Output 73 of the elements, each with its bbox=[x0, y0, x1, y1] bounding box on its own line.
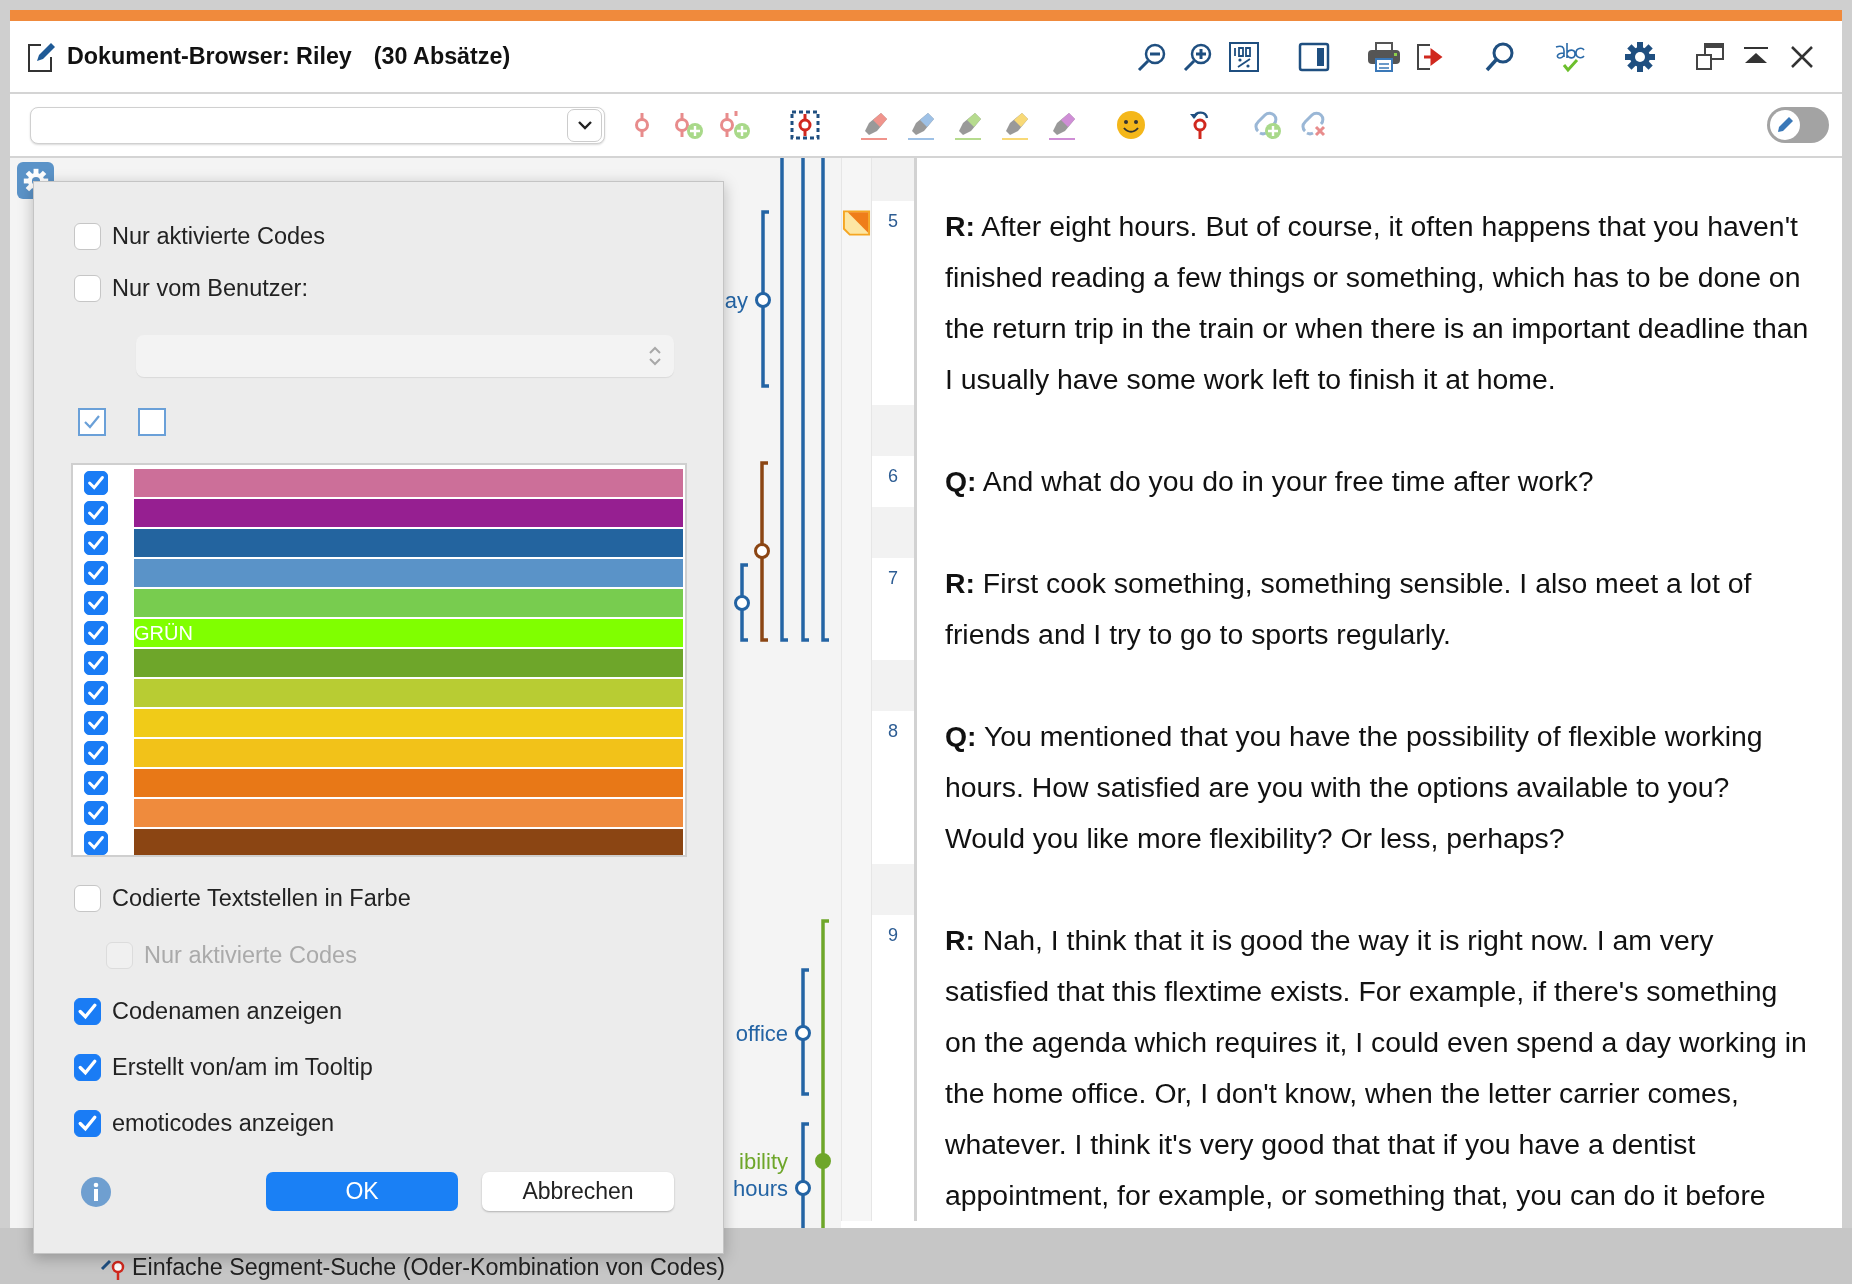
checkbox[interactable] bbox=[74, 222, 101, 250]
paragraph-text: R: First cook something, something sensible. I also meet a lot of friends and I try to go to sports regularly. bbox=[945, 566, 1753, 652]
option-label: Nur aktivierte Codes bbox=[112, 222, 325, 250]
code-bracket[interactable] bbox=[754, 461, 770, 642]
checkbox[interactable] bbox=[74, 884, 101, 912]
uncheck-all-button[interactable] bbox=[138, 408, 166, 436]
option-label: Nur aktivierte Codes bbox=[144, 941, 357, 969]
color-swatch[interactable] bbox=[134, 529, 683, 557]
edit-mode-toggle[interactable] bbox=[1767, 107, 1829, 143]
checkbox[interactable] bbox=[84, 831, 108, 855]
edit-document-icon bbox=[27, 40, 55, 73]
color-swatch[interactable] bbox=[134, 799, 683, 827]
option-label: Codierte Textstellen in Farbe bbox=[112, 884, 411, 912]
checkbox[interactable] bbox=[84, 801, 108, 825]
checkbox[interactable] bbox=[74, 274, 101, 302]
checkbox[interactable] bbox=[74, 1053, 101, 1081]
code-bracket[interactable] bbox=[795, 968, 811, 1096]
color-swatch[interactable] bbox=[134, 769, 683, 797]
gap-cell bbox=[872, 660, 917, 711]
paragraph-text: Q: And what do you do in your free time after work? bbox=[945, 464, 1595, 499]
checkbox[interactable] bbox=[74, 997, 101, 1025]
color-name: GRÜN bbox=[134, 621, 193, 645]
code-label: ay bbox=[724, 288, 748, 313]
checkbox[interactable] bbox=[84, 501, 108, 525]
paragraph-count: (30 Absätze) bbox=[373, 43, 511, 70]
option-label: emoticodes anzeigen bbox=[112, 1109, 335, 1137]
chevron-down-icon bbox=[576, 120, 593, 130]
color-swatch[interactable] bbox=[134, 709, 683, 737]
color-swatch[interactable] bbox=[134, 499, 683, 527]
color-swatch[interactable] bbox=[134, 589, 683, 617]
option-label: Erstellt von/am im Tooltip bbox=[112, 1053, 373, 1081]
color-swatch[interactable] bbox=[134, 739, 683, 767]
code-label: hours bbox=[732, 1176, 788, 1201]
up-down-arrows-icon bbox=[648, 345, 662, 367]
gap-cell bbox=[872, 405, 917, 456]
gap-cell bbox=[872, 864, 917, 915]
check-all-button[interactable] bbox=[78, 408, 106, 436]
checkbox[interactable] bbox=[84, 711, 108, 735]
code-bracket[interactable] bbox=[801, 158, 809, 642]
color-swatch[interactable] bbox=[134, 559, 683, 587]
info-icon[interactable] bbox=[80, 1175, 112, 1208]
cancel-button[interactable]: Abbrechen bbox=[482, 1172, 674, 1211]
code-bracket[interactable] bbox=[780, 158, 788, 642]
checkbox[interactable] bbox=[84, 771, 108, 795]
code-label: office bbox=[735, 1021, 788, 1046]
memo-icon[interactable] bbox=[842, 209, 871, 237]
window-title: Dokument-Browser: Riley bbox=[67, 43, 352, 70]
checkbox[interactable] bbox=[74, 1109, 101, 1137]
paragraph-text: R: Nah, I think that it is good the way it is right now. I am very satisfied that this flextime exists. For example, if there's something on the agenda which requires it, I could even spend a day working in the home office. Or, I don't know, when the letter carrier comes, whatever. I think it's very good that that if you have a dentist appointment, for example, or something that, you can do it before bbox=[945, 923, 1808, 1213]
checkbox[interactable] bbox=[84, 621, 108, 645]
code-bracket[interactable] bbox=[755, 210, 771, 388]
code-bracket[interactable] bbox=[795, 1122, 811, 1228]
gap-cell bbox=[872, 507, 917, 558]
checkbox[interactable] bbox=[84, 681, 108, 705]
code-label: ibility bbox=[739, 1149, 788, 1174]
color-swatch[interactable] bbox=[134, 469, 683, 497]
checkbox[interactable] bbox=[84, 531, 108, 555]
checkbox[interactable] bbox=[84, 591, 108, 615]
checkbox[interactable] bbox=[84, 651, 108, 675]
option-label: Codenamen anzeigen bbox=[112, 997, 342, 1025]
color-swatch[interactable] bbox=[134, 679, 683, 707]
paragraph-text: R: After eight hours. But of course, it often happens that you haven't finished reading a few things or something, which has to be done on the return trip in the train or when there is an important deadline than I usually have some work left to finish it at home. bbox=[945, 209, 1810, 397]
window-title: Einfache Segment-Suche (Oder-Kombination von Codes) bbox=[132, 1254, 726, 1281]
color-swatch[interactable] bbox=[134, 829, 683, 855]
checkbox[interactable] bbox=[84, 561, 108, 585]
option-label: Nur vom Benutzer: bbox=[112, 274, 308, 302]
checkbox[interactable] bbox=[84, 741, 108, 765]
color-swatch[interactable] bbox=[134, 649, 683, 677]
code-bracket[interactable] bbox=[734, 563, 750, 642]
paragraph-text: Q: You mentioned that you have the possibility of flexible working hours. How satisfied are you with the options available to you? Would you like more flexibility? Or less, perhaps? bbox=[945, 719, 1764, 856]
ok-button[interactable]: OK bbox=[266, 1172, 458, 1211]
code-bracket[interactable] bbox=[821, 158, 829, 642]
checkbox[interactable] bbox=[84, 471, 108, 495]
